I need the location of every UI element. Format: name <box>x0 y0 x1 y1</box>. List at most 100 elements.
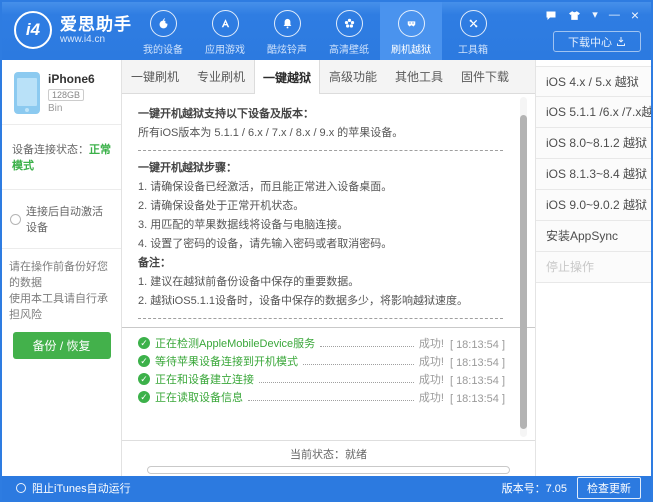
note-item: 1. 建议在越狱前备份设备中保存的重要数据。 <box>138 273 505 292</box>
backup-notice: 请在操作前备份好您的数据 使用本工具请自行承担风险 备份 / 恢复 <box>2 249 121 371</box>
nav-my-devices[interactable]: 我的设备 <box>132 2 194 60</box>
connection-status-label: 设备连接状态： <box>12 144 89 156</box>
version-number: 版本号：7.05 <box>502 480 567 496</box>
app-logo: i4 爱思助手 www.i4.cn <box>14 11 132 49</box>
download-icon <box>616 36 626 47</box>
jailbreak-ios4-5-button[interactable]: iOS 4.x / 5.x 越狱 <box>536 66 651 97</box>
log-message: 正在检测AppleMobileDevice服务 <box>155 335 315 351</box>
device-card: iPhone6 128GB Bin <box>2 60 121 125</box>
tab-bar: 一键刷机 专业刷机 一键越狱 高级功能 其他工具 固件下载 <box>122 60 535 94</box>
tab-one-click-jailbreak[interactable]: 一键越狱 <box>254 60 320 94</box>
jailbreak-content-area: 一键开机越狱支持以下设备及版本： 所有iOS版本为 5.1.1 / 6.x / … <box>122 94 535 440</box>
tab-other-tools[interactable]: 其他工具 <box>386 60 452 93</box>
connection-status-row: 设备连接状态：正常模式 <box>2 125 121 190</box>
intro-title: 一键开机越狱支持以下设备及版本： <box>138 105 505 124</box>
bell-icon <box>274 10 301 37</box>
apple-icon <box>150 10 177 37</box>
check-icon: ✓ <box>138 391 150 403</box>
nav-label: 工具箱 <box>458 41 488 56</box>
download-center-button[interactable]: 下载中心 <box>553 31 641 52</box>
header: i4 爱思助手 www.i4.cn 我的设备 应用游戏 <box>2 2 651 60</box>
log-result: 成功! <box>419 389 444 405</box>
divider <box>138 318 503 319</box>
main-nav: 我的设备 应用游戏 酷炫铃声 高清壁纸 <box>132 2 504 60</box>
step-item: 3. 用匹配的苹果数据线将设备与电脑连接。 <box>138 216 505 235</box>
i4-logo-icon: i4 <box>14 11 52 49</box>
toolbox-icon <box>460 10 487 37</box>
menu-arrow-icon[interactable]: ▾ <box>592 9 598 21</box>
dotted-leader <box>248 400 414 401</box>
app-window: i4 爱思助手 www.i4.cn 我的设备 应用游戏 <box>0 0 653 502</box>
footer-bar: 阻止iTunes自动运行 版本号：7.05 检查更新 <box>2 476 651 500</box>
log-time: [ 18:13:54 ] <box>450 393 505 405</box>
tab-one-click-flash[interactable]: 一键刷机 <box>122 60 188 93</box>
steps-title: 一键开机越狱步骤： <box>138 159 505 178</box>
nav-label: 高清壁纸 <box>329 41 369 56</box>
block-itunes-label: 阻止iTunes自动运行 <box>32 480 131 496</box>
install-appsync-button[interactable]: 安装AppSync <box>536 221 651 252</box>
tab-advanced[interactable]: 高级功能 <box>320 60 386 93</box>
notice-line: 使用本工具请自行承担风险 <box>9 291 114 323</box>
auto-activate-option[interactable]: 连接后自动激活设备 <box>2 190 121 249</box>
scrollbar-track[interactable] <box>520 97 527 437</box>
nav-toolbox[interactable]: 工具箱 <box>442 2 504 60</box>
radio-icon[interactable] <box>10 214 21 225</box>
iphone-icon <box>14 72 40 114</box>
block-itunes-option[interactable]: 阻止iTunes自动运行 <box>16 480 131 496</box>
notes-title: 备注： <box>138 254 505 273</box>
app-url: www.i4.cn <box>60 34 132 45</box>
flower-icon <box>336 10 363 37</box>
log-time: [ 18:13:54 ] <box>450 357 505 369</box>
jailbreak-ios80-812-button[interactable]: iOS 8.0~8.1.2 越狱 <box>536 128 651 159</box>
step-item: 1. 请确保设备已经激活，而且能正常进入设备桌面。 <box>138 178 505 197</box>
shirt-icon[interactable] <box>568 10 581 21</box>
instructions: 一键开机越狱支持以下设备及版本： 所有iOS版本为 5.1.1 / 6.x / … <box>122 94 535 319</box>
device-sidebar: iPhone6 128GB Bin 设备连接状态：正常模式 连接后自动激活设备 … <box>2 60 122 476</box>
notice-line: 请在操作前备份好您的数据 <box>9 259 114 291</box>
window-controls: ▾ — × <box>545 9 639 21</box>
download-center-label: 下载中心 <box>568 34 612 50</box>
check-icon: ✓ <box>138 355 150 367</box>
nav-label: 刷机越狱 <box>391 41 431 56</box>
dotted-leader <box>303 364 414 365</box>
log-entry: ✓ 等待苹果设备连接到开机模式 成功! [ 18:13:54 ] <box>138 351 505 369</box>
operation-log: ✓ 正在检测AppleMobileDevice服务 成功! [ 18:13:54… <box>122 327 535 405</box>
stop-operation-button: 停止操作 <box>536 252 651 283</box>
dotted-leader <box>320 346 414 347</box>
note-item: 2. 越狱iOS5.1.1设备时，设备中保存的数据多少，将影响越狱速度。 <box>138 292 505 311</box>
nav-ringtones[interactable]: 酷炫铃声 <box>256 2 318 60</box>
device-capacity-badge: 128GB <box>48 89 84 101</box>
status-zone: 当前状态：就绪 <box>122 440 535 476</box>
jailbreak-ios511-6-7-button[interactable]: iOS 5.1.1 /6.x /7.x越狱 <box>536 97 651 128</box>
appstore-icon <box>212 10 239 37</box>
dotted-leader <box>259 382 414 383</box>
backup-restore-button[interactable]: 备份 / 恢复 <box>13 332 111 359</box>
device-name: iPhone6 <box>48 72 95 86</box>
log-entry: ✓ 正在检测AppleMobileDevice服务 成功! [ 18:13:54… <box>138 333 505 351</box>
tab-pro-flash[interactable]: 专业刷机 <box>188 60 254 93</box>
log-result: 成功! <box>419 335 444 351</box>
jailbreak-ios90-902-button[interactable]: iOS 9.0~9.0.2 越狱 <box>536 190 651 221</box>
radio-icon[interactable] <box>16 483 26 493</box>
nav-flash-jailbreak[interactable]: 刷机越狱 <box>380 2 442 60</box>
check-icon: ✓ <box>138 373 150 385</box>
log-message: 正在读取设备信息 <box>155 389 243 405</box>
log-entry: ✓ 正在和设备建立连接 成功! [ 18:13:54 ] <box>138 369 505 387</box>
log-message: 等待苹果设备连接到开机模式 <box>155 353 298 369</box>
nav-apps-games[interactable]: 应用游戏 <box>194 2 256 60</box>
main-panel: 一键刷机 专业刷机 一键越狱 高级功能 其他工具 固件下载 一键开机越狱支持以下… <box>122 60 535 476</box>
nav-label: 我的设备 <box>143 41 183 56</box>
tab-firmware-download[interactable]: 固件下载 <box>452 60 518 93</box>
jailbreak-icon <box>398 10 425 37</box>
scrollbar-thumb[interactable] <box>520 115 527 429</box>
minimize-icon[interactable]: — <box>609 9 620 21</box>
current-status: 当前状态：就绪 <box>122 441 535 462</box>
nav-wallpapers[interactable]: 高清壁纸 <box>318 2 380 60</box>
feedback-icon[interactable] <box>545 10 557 21</box>
nav-label: 酷炫铃声 <box>267 41 307 56</box>
jailbreak-ios813-84-button[interactable]: iOS 8.1.3~8.4 越狱 <box>536 159 651 190</box>
log-time: [ 18:13:54 ] <box>450 375 505 387</box>
progress-bar <box>147 466 510 474</box>
close-icon[interactable]: × <box>631 9 639 21</box>
check-update-button[interactable]: 检查更新 <box>577 477 641 499</box>
